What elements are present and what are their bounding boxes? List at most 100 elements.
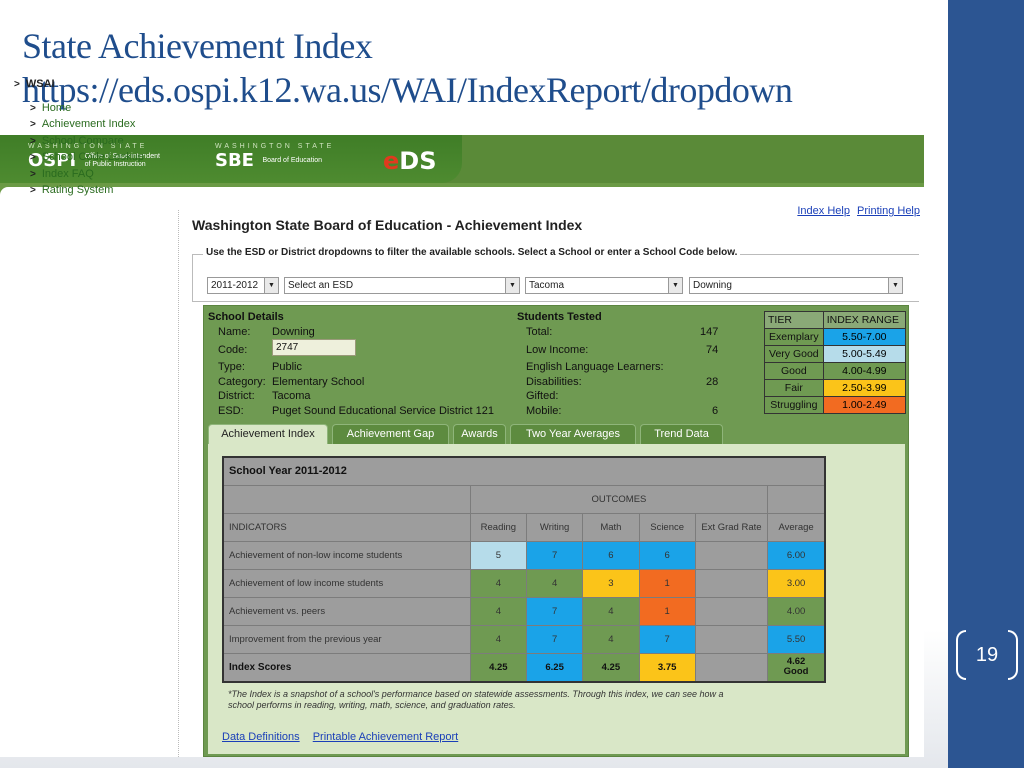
average-cell: 4.00	[767, 596, 827, 626]
table-row: Achievement vs. peers 4 7 4 1 4.00	[221, 596, 827, 626]
overall-index-cell: 4.62 Good	[767, 652, 827, 683]
tab-achievement-index[interactable]: Achievement Index	[208, 424, 328, 445]
table-row: Improvement from the previous year 4 7 4…	[221, 624, 827, 654]
row-label: Improvement from the previous year	[221, 624, 471, 654]
students-tested-title: Students Tested	[517, 311, 602, 323]
index-scores-label: Index Scores	[221, 652, 471, 683]
data-definitions-link[interactable]: Data Definitions	[222, 731, 300, 743]
school-select[interactable]: Downing ▼	[689, 277, 903, 294]
name-label: Name:	[218, 326, 251, 338]
disabilities-value: 28	[706, 376, 719, 388]
school-name-value: Downing	[272, 326, 315, 338]
filter-legend: Use the ESD or District dropdowns to fil…	[203, 247, 741, 258]
dropdown-arrow-icon: ▼	[888, 278, 902, 293]
row-label: Achievement of low income students	[221, 568, 471, 598]
chevron-right-icon: >	[30, 103, 36, 114]
slide-title-line1: State Achievement Index	[22, 26, 373, 66]
esd-value: Puget Sound Educational Service District…	[272, 405, 494, 417]
district-value: Tacoma	[272, 390, 311, 402]
code-label: Code:	[218, 344, 248, 356]
sidebar-item-school-code-lookup[interactable]: > School Code Lookup	[14, 149, 174, 165]
total-label: Total:	[526, 326, 553, 338]
eds-logo[interactable]: eDS	[383, 147, 437, 175]
index-footnote: *The Index is a snapshot of a school's p…	[228, 689, 724, 710]
column-header: Ext Grad Rate	[694, 512, 769, 542]
dropdown-arrow-icon: ▼	[668, 278, 682, 293]
disabilities-label: Disabilities:	[526, 376, 582, 388]
help-links: Index Help Printing Help	[793, 205, 920, 217]
table-row: Achievement of low income students 4 4 3…	[221, 568, 827, 598]
printing-help-link[interactable]: Printing Help	[857, 205, 920, 217]
tier-range: 5.50-7.00	[822, 328, 907, 346]
sbe-logo[interactable]: WASHINGTON STATE SBE Board of Education	[215, 143, 334, 171]
filter-fieldset: Use the ESD or District dropdowns to fil…	[192, 247, 919, 302]
sidebar-item-rating-system[interactable]: > Rating System	[14, 182, 174, 198]
printable-report-link[interactable]: Printable Achievement Report	[313, 731, 459, 743]
sidebar-item-achievement-index[interactable]: > Achievement Index	[14, 116, 174, 132]
score-cell: 5	[469, 540, 527, 570]
mobile-label: Mobile:	[526, 405, 562, 417]
school-year-header: School Year 2011-2012	[222, 456, 826, 486]
column-header: Reading	[469, 512, 527, 542]
chevron-right-icon: >	[30, 184, 36, 196]
sidebar-item-school-compare[interactable]: > School Compare	[14, 133, 174, 149]
overall-index-tier: Good	[783, 666, 809, 678]
score-cell: 7	[525, 540, 584, 570]
esd-select[interactable]: Select an ESD ▼	[284, 277, 520, 294]
chevron-right-icon: >	[30, 119, 36, 131]
category-value: Elementary School	[272, 376, 365, 388]
score-cell: 6	[638, 540, 696, 570]
tier-name: Fair	[764, 379, 824, 397]
tab-awards[interactable]: Awards	[453, 424, 506, 444]
mobile-value: 6	[712, 405, 719, 417]
bracket-right	[1008, 630, 1018, 680]
score-cell: 4	[469, 596, 527, 626]
chevron-right-icon: >	[14, 79, 20, 90]
score-cell: 4	[582, 624, 640, 654]
year-select[interactable]: 2011-2012 ▼	[207, 277, 279, 294]
chevron-right-icon: >	[30, 135, 36, 147]
index-score-cell: 6.25	[525, 652, 584, 683]
score-cell	[694, 624, 769, 654]
tab-two-year-averages[interactable]: Two Year Averages	[510, 424, 636, 444]
score-cell	[694, 540, 769, 570]
index-score-cell: 4.25	[582, 652, 640, 683]
district-select[interactable]: Tacoma ▼	[525, 277, 683, 294]
tab-trend-data[interactable]: Trend Data	[640, 424, 723, 444]
sidebar-item-index-faq[interactable]: > Index FAQ	[14, 166, 174, 182]
column-header: Math	[582, 512, 640, 542]
gifted-label: Gifted:	[526, 390, 559, 402]
sidebar-item-home[interactable]: > Home	[14, 100, 174, 116]
achievement-index-table: School Year 2011-2012 OUTCOMES INDICATOR…	[221, 456, 827, 683]
index-score-cell: 4.25	[469, 652, 527, 683]
tier-range: 4.00-4.99	[822, 362, 907, 380]
index-help-link[interactable]: Index Help	[797, 205, 850, 217]
slide-number: 19	[956, 630, 1018, 680]
index-score-cell: 3.75	[638, 652, 696, 683]
bottom-links: Data Definitions Printable Achievement R…	[222, 731, 468, 743]
row-label: Achievement of non-low income students	[221, 540, 471, 570]
tier-range: 1.00-2.49	[822, 396, 907, 414]
score-cell: 7	[525, 596, 584, 626]
tier-name: Struggling	[764, 396, 824, 414]
district-label: District:	[218, 390, 255, 402]
tab-achievement-gap[interactable]: Achievement Gap	[332, 424, 449, 444]
sidebar-divider	[178, 210, 179, 757]
row-label: Achievement vs. peers	[221, 596, 471, 626]
score-cell	[694, 568, 769, 598]
tier-name: Exemplary	[764, 328, 824, 346]
bracket-left	[956, 630, 966, 680]
average-cell: 5.50	[767, 624, 827, 654]
dropdown-arrow-icon: ▼	[264, 278, 278, 293]
slide-number-text: 19	[975, 644, 999, 666]
tier-header: TIER	[764, 311, 824, 329]
school-code-input[interactable]: 2747	[272, 339, 356, 356]
type-label: Type:	[218, 361, 245, 373]
score-cell: 4	[582, 596, 640, 626]
chevron-right-icon: >	[30, 152, 36, 164]
score-cell: 4	[469, 568, 527, 598]
tier-range: 2.50-3.99	[822, 379, 907, 397]
column-header: Writing	[525, 512, 584, 542]
sidebar-nav: > WSAI > Home > Achievement Index > School C…	[14, 78, 174, 198]
score-cell	[694, 596, 769, 626]
